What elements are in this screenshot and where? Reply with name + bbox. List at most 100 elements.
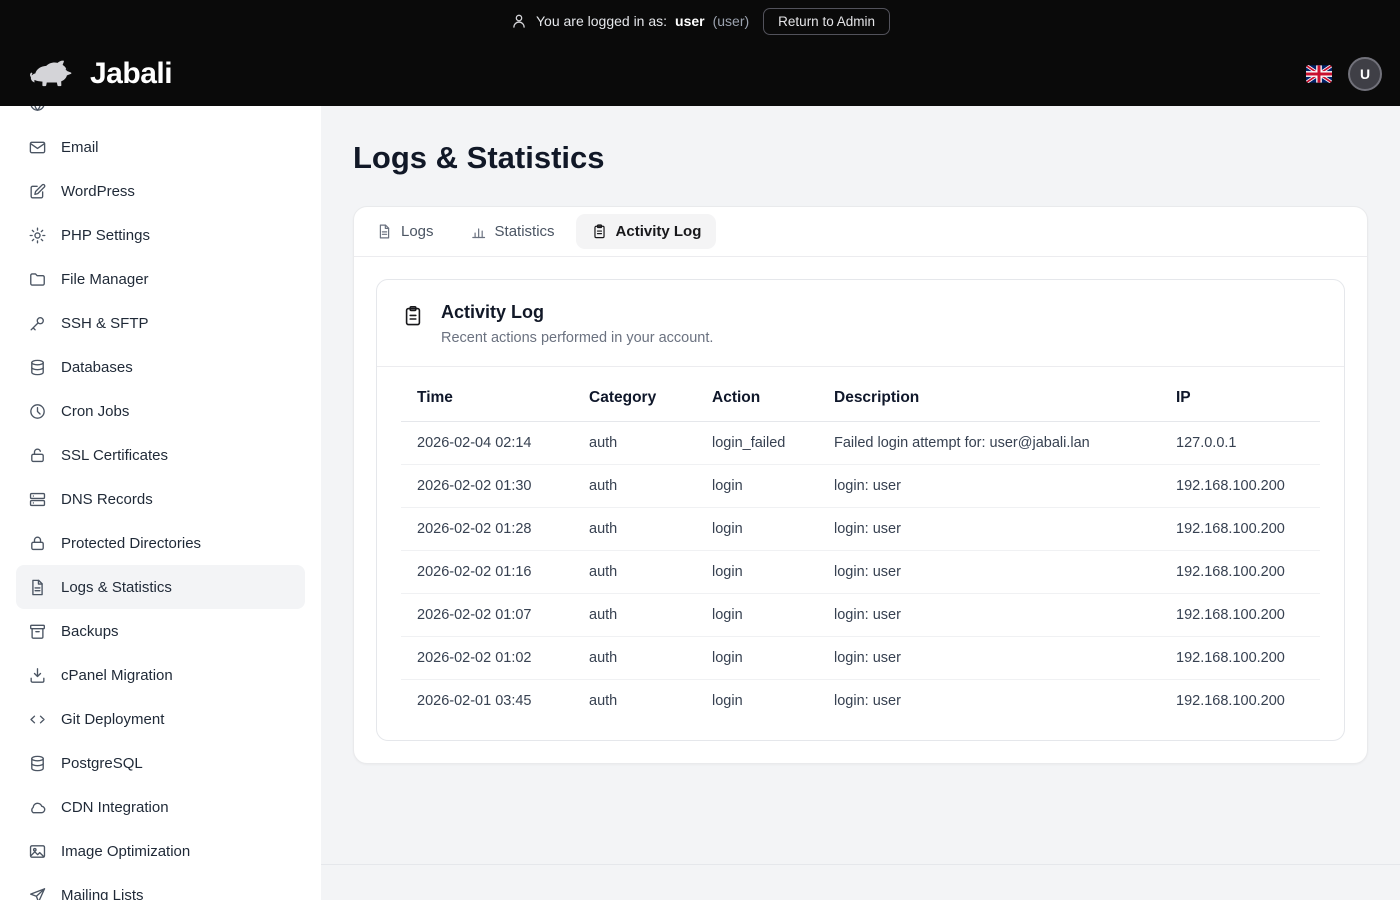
sidebar-item-databases[interactable]: Databases: [16, 345, 305, 389]
clock-icon: [28, 402, 47, 421]
main-content: Logs & Statistics LogsStatistics Activity…: [321, 106, 1400, 900]
sidebar-item-email[interactable]: Email: [16, 125, 305, 169]
image-icon: [28, 842, 47, 861]
sidebar-item-image-optimization[interactable]: Image Optimization: [16, 829, 305, 873]
column-header-action: Action: [696, 375, 818, 422]
sidebar-item-cron-jobs[interactable]: Cron Jobs: [16, 389, 305, 433]
cell-category: auth: [573, 594, 696, 637]
sidebar-item-git-deployment[interactable]: Git Deployment: [16, 697, 305, 741]
sidebar-item-protected-directories[interactable]: Protected Directories: [16, 521, 305, 565]
sidebar-item-label: Cron Jobs: [61, 403, 129, 420]
uk-flag-icon: [1306, 65, 1332, 83]
code-icon: [28, 710, 47, 729]
brand-logo[interactable]: Jabali: [26, 55, 172, 93]
sidebar-item-file-manager[interactable]: File Manager: [16, 257, 305, 301]
sidebar-item-label: Git Deployment: [61, 711, 164, 728]
cell-description: login: user: [818, 465, 1160, 508]
cell-description: login: user: [818, 594, 1160, 637]
cell-time: 2026-02-02 01:16: [401, 551, 573, 594]
cell-action: login: [696, 465, 818, 508]
sidebar-item-label: Databases: [61, 359, 133, 376]
cell-time: 2026-02-02 01:07: [401, 594, 573, 637]
download-icon: [28, 666, 47, 685]
cell-description: Failed login attempt for: user@jabali.la…: [818, 422, 1160, 465]
sidebar-item-label: PostgreSQL: [61, 755, 143, 772]
table-row: 2026-02-01 03:45authloginlogin: user192.…: [401, 680, 1320, 723]
activity-log-card: Activity Log Recent actions performed in…: [376, 279, 1345, 741]
sidebar-item-label: Image Optimization: [61, 843, 190, 860]
cell-description: login: user: [818, 637, 1160, 680]
cell-ip: 192.168.100.200: [1160, 680, 1320, 723]
language-flag-button[interactable]: [1306, 65, 1332, 83]
table-row: 2026-02-02 01:28authloginlogin: user192.…: [401, 508, 1320, 551]
cell-ip: 192.168.100.200: [1160, 637, 1320, 680]
tab-statistics[interactable]: Statistics: [455, 214, 570, 249]
clipboard-icon: [401, 304, 425, 328]
pencil-square-icon: [28, 182, 47, 201]
cell-description: login: user: [818, 508, 1160, 551]
cell-ip: 192.168.100.200: [1160, 551, 1320, 594]
activity-log-title: Activity Log: [441, 302, 713, 323]
sidebar-item-cdn-integration[interactable]: CDN Integration: [16, 785, 305, 829]
header-actions: U: [1306, 57, 1382, 91]
sidebar-item-backups[interactable]: Backups: [16, 609, 305, 653]
cell-category: auth: [573, 551, 696, 594]
cell-action: login: [696, 594, 818, 637]
sidebar-item-label: Mailing Lists: [61, 887, 144, 900]
table-row: 2026-02-02 01:07authloginlogin: user192.…: [401, 594, 1320, 637]
sidebar-item-ssl-certificates[interactable]: SSL Certificates: [16, 433, 305, 477]
document-icon: [376, 223, 393, 240]
sidebar-item-logs-statistics[interactable]: Logs & Statistics: [16, 565, 305, 609]
cell-category: auth: [573, 422, 696, 465]
tab-logs[interactable]: Logs: [361, 214, 449, 249]
tab-label: Activity Log: [616, 223, 702, 240]
gear-icon: [28, 226, 47, 245]
sidebar-item-dns-records[interactable]: DNS Records: [16, 477, 305, 521]
paper-plane-icon: [28, 886, 47, 900]
archive-icon: [28, 622, 47, 641]
user-icon: [510, 12, 528, 30]
logs-panel: LogsStatistics Activity Log Activity Log …: [353, 206, 1368, 764]
column-header-time: Time: [401, 375, 573, 422]
cell-category: auth: [573, 680, 696, 723]
cell-time: 2026-02-01 03:45: [401, 680, 573, 723]
sidebar-item-label: WordPress: [61, 183, 135, 200]
avatar-initial: U: [1360, 66, 1370, 82]
table-row: 2026-02-02 01:16authloginlogin: user192.…: [401, 551, 1320, 594]
page-title: Logs & Statistics: [353, 140, 1368, 176]
database-icon: [28, 358, 47, 377]
user-avatar[interactable]: U: [1348, 57, 1382, 91]
column-header-ip: IP: [1160, 375, 1320, 422]
cell-ip: 127.0.0.1: [1160, 422, 1320, 465]
folder-icon: [28, 270, 47, 289]
sidebar-item-php-settings[interactable]: PHP Settings: [16, 213, 305, 257]
sidebar-nav: EmailWordPressPHP SettingsFile ManagerSS…: [0, 106, 321, 900]
lock-icon: [28, 534, 47, 553]
cell-ip: 192.168.100.200: [1160, 465, 1320, 508]
sidebar-item-cpanel-migration[interactable]: cPanel Migration: [16, 653, 305, 697]
sidebar-item-label: CDN Integration: [61, 799, 169, 816]
table-row: 2026-02-04 02:14authlogin_failedFailed l…: [401, 422, 1320, 465]
sidebar-item-label: Protected Directories: [61, 535, 201, 552]
cell-description: login: user: [818, 551, 1160, 594]
cell-time: 2026-02-02 01:30: [401, 465, 573, 508]
sidebar-item-wordpress[interactable]: WordPress: [16, 169, 305, 213]
sidebar-item-ssh-sftp[interactable]: SSH & SFTP: [16, 301, 305, 345]
sidebar-item-partial[interactable]: [16, 106, 305, 125]
lock-open-icon: [28, 446, 47, 465]
cell-time: 2026-02-02 01:02: [401, 637, 573, 680]
globe-icon: [28, 106, 47, 113]
sidebar-item-label: SSL Certificates: [61, 447, 168, 464]
sidebar: EmailWordPressPHP SettingsFile ManagerSS…: [0, 106, 321, 900]
jabali-boar-icon: [26, 55, 80, 93]
login-as-role: (user): [713, 13, 750, 29]
sidebar-item-postgresql[interactable]: PostgreSQL: [16, 741, 305, 785]
activity-log-table: TimeCategoryActionDescriptionIP 2026-02-…: [401, 375, 1320, 722]
tab-activity-log[interactable]: Activity Log: [576, 214, 717, 249]
return-to-admin-button[interactable]: Return to Admin: [763, 8, 890, 35]
table-row: 2026-02-02 01:02authloginlogin: user192.…: [401, 637, 1320, 680]
sidebar-item-label: PHP Settings: [61, 227, 150, 244]
cell-ip: 192.168.100.200: [1160, 594, 1320, 637]
sidebar-item-mailing-lists[interactable]: Mailing Lists: [16, 873, 305, 900]
sidebar-item-label: Email: [61, 139, 99, 156]
